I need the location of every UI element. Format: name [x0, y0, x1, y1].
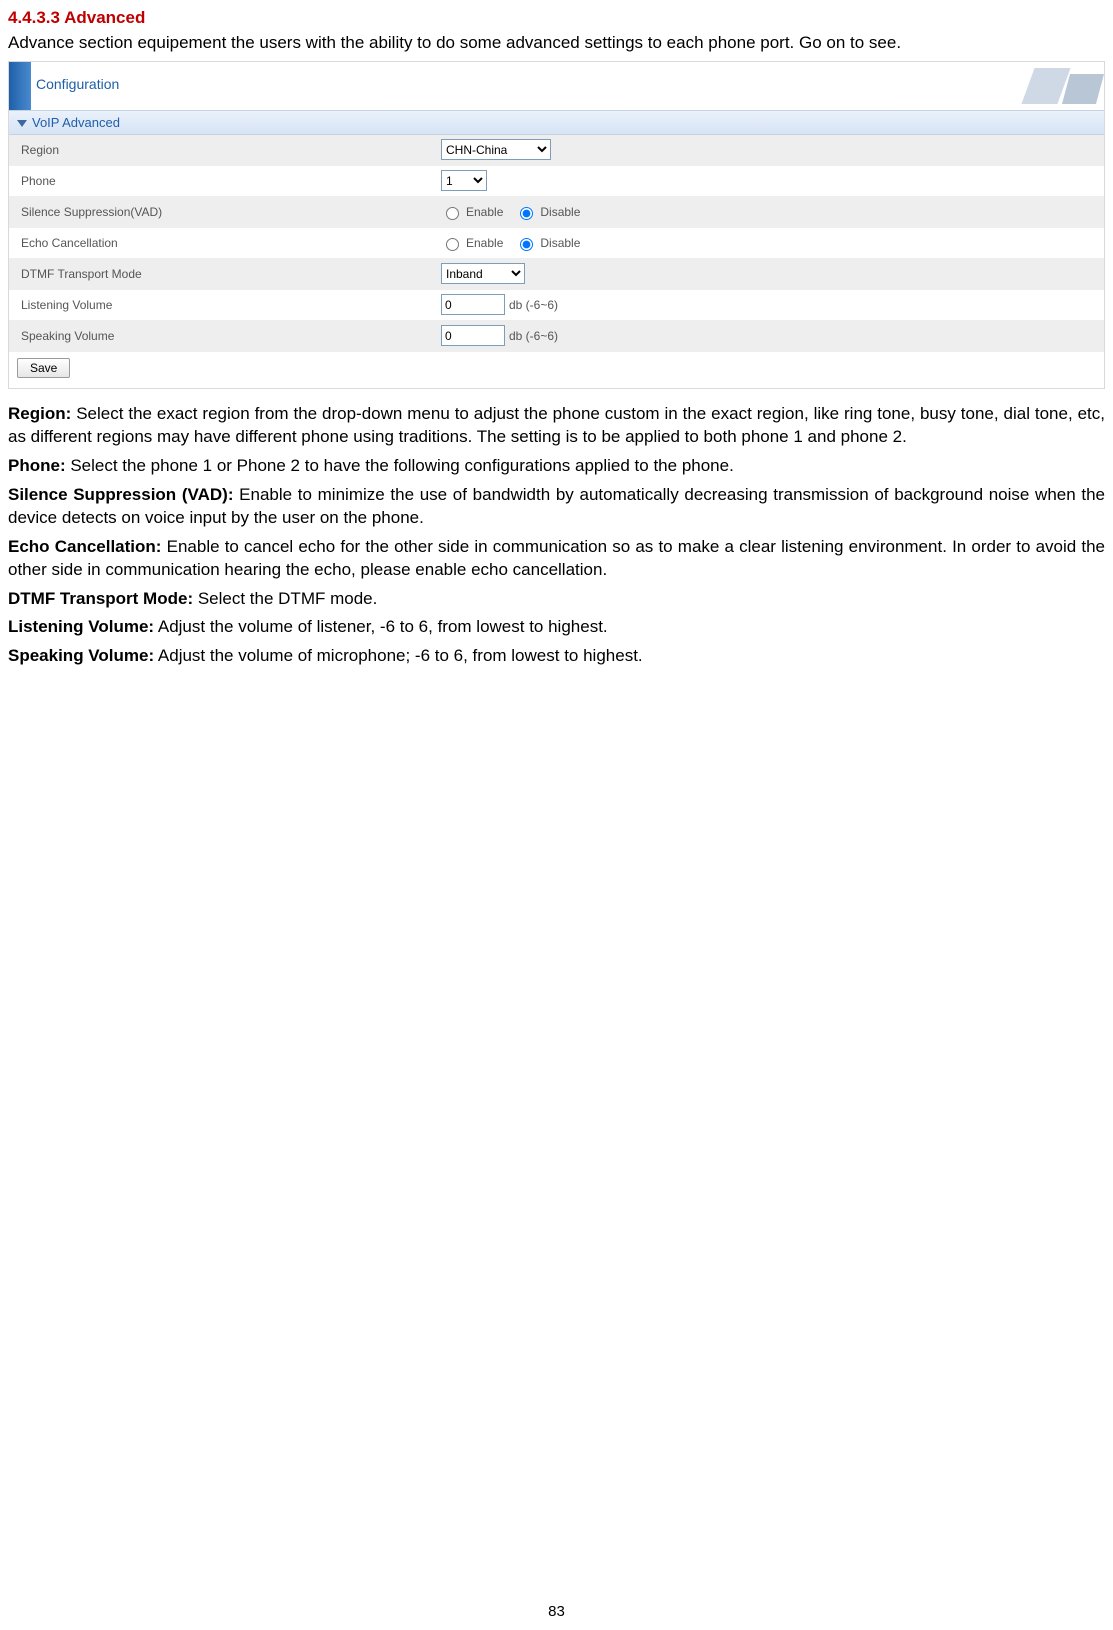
page-number: 83 — [0, 1603, 1113, 1620]
phone-select[interactable]: 1 — [441, 170, 487, 191]
vad-enable-label: Enable — [466, 205, 503, 219]
desc-svol: Speaking Volume: Adjust the volume of mi… — [8, 645, 1105, 668]
save-row: Save — [9, 352, 1104, 388]
section-title: VoIP Advanced — [32, 115, 120, 130]
region-select[interactable]: CHN-China — [441, 139, 551, 160]
vad-enable-radio[interactable] — [446, 207, 459, 220]
row-speaking-volume: Speaking Volume db (-6~6) — [9, 321, 1104, 352]
configuration-panel: Configuration VoIP Advanced Region CHN-C… — [8, 61, 1105, 389]
save-button[interactable]: Save — [17, 358, 70, 378]
header-decoration — [984, 62, 1104, 110]
row-listening-volume: Listening Volume db (-6~6) — [9, 290, 1104, 321]
echo-enable-radio[interactable] — [446, 238, 459, 251]
label-echo: Echo Cancellation — [9, 236, 441, 250]
desc-dtmf: DTMF Transport Mode: Select the DTMF mod… — [8, 588, 1105, 611]
desc-vad: Silence Suppression (VAD): Enable to min… — [8, 484, 1105, 530]
section-band[interactable]: VoIP Advanced — [9, 110, 1104, 135]
section-heading: 4.4.3.3 Advanced — [8, 8, 1105, 28]
listening-volume-input[interactable] — [441, 294, 505, 315]
desc-echo: Echo Cancellation: Enable to cancel echo… — [8, 536, 1105, 582]
svol-suffix: db (-6~6) — [509, 329, 558, 343]
label-phone: Phone — [9, 174, 441, 188]
echo-enable-label: Enable — [466, 236, 503, 250]
label-dtmf: DTMF Transport Mode — [9, 267, 441, 281]
lvol-suffix: db (-6~6) — [509, 298, 558, 312]
row-dtmf: DTMF Transport Mode Inband — [9, 259, 1104, 290]
panel-header: Configuration — [9, 62, 1104, 110]
echo-disable-label: Disable — [540, 236, 580, 250]
label-region: Region — [9, 143, 441, 157]
label-vad: Silence Suppression(VAD) — [9, 205, 441, 219]
dtmf-select[interactable]: Inband — [441, 263, 525, 284]
header-accent — [9, 62, 31, 110]
row-vad: Silence Suppression(VAD) Enable Disable — [9, 197, 1104, 228]
row-echo: Echo Cancellation Enable Disable — [9, 228, 1104, 259]
speaking-volume-input[interactable] — [441, 325, 505, 346]
desc-lvol: Listening Volume: Adjust the volume of l… — [8, 616, 1105, 639]
row-phone: Phone 1 — [9, 166, 1104, 197]
chevron-down-icon — [17, 120, 27, 127]
desc-phone: Phone: Select the phone 1 or Phone 2 to … — [8, 455, 1105, 478]
echo-disable-radio[interactable] — [520, 238, 533, 251]
intro-text: Advance section equipement the users wit… — [8, 32, 1105, 55]
label-lvol: Listening Volume — [9, 298, 441, 312]
vad-disable-radio[interactable] — [520, 207, 533, 220]
vad-disable-label: Disable — [540, 205, 580, 219]
row-region: Region CHN-China — [9, 135, 1104, 166]
desc-region: Region: Select the exact region from the… — [8, 403, 1105, 449]
panel-title: Configuration — [36, 76, 119, 92]
label-svol: Speaking Volume — [9, 329, 441, 343]
